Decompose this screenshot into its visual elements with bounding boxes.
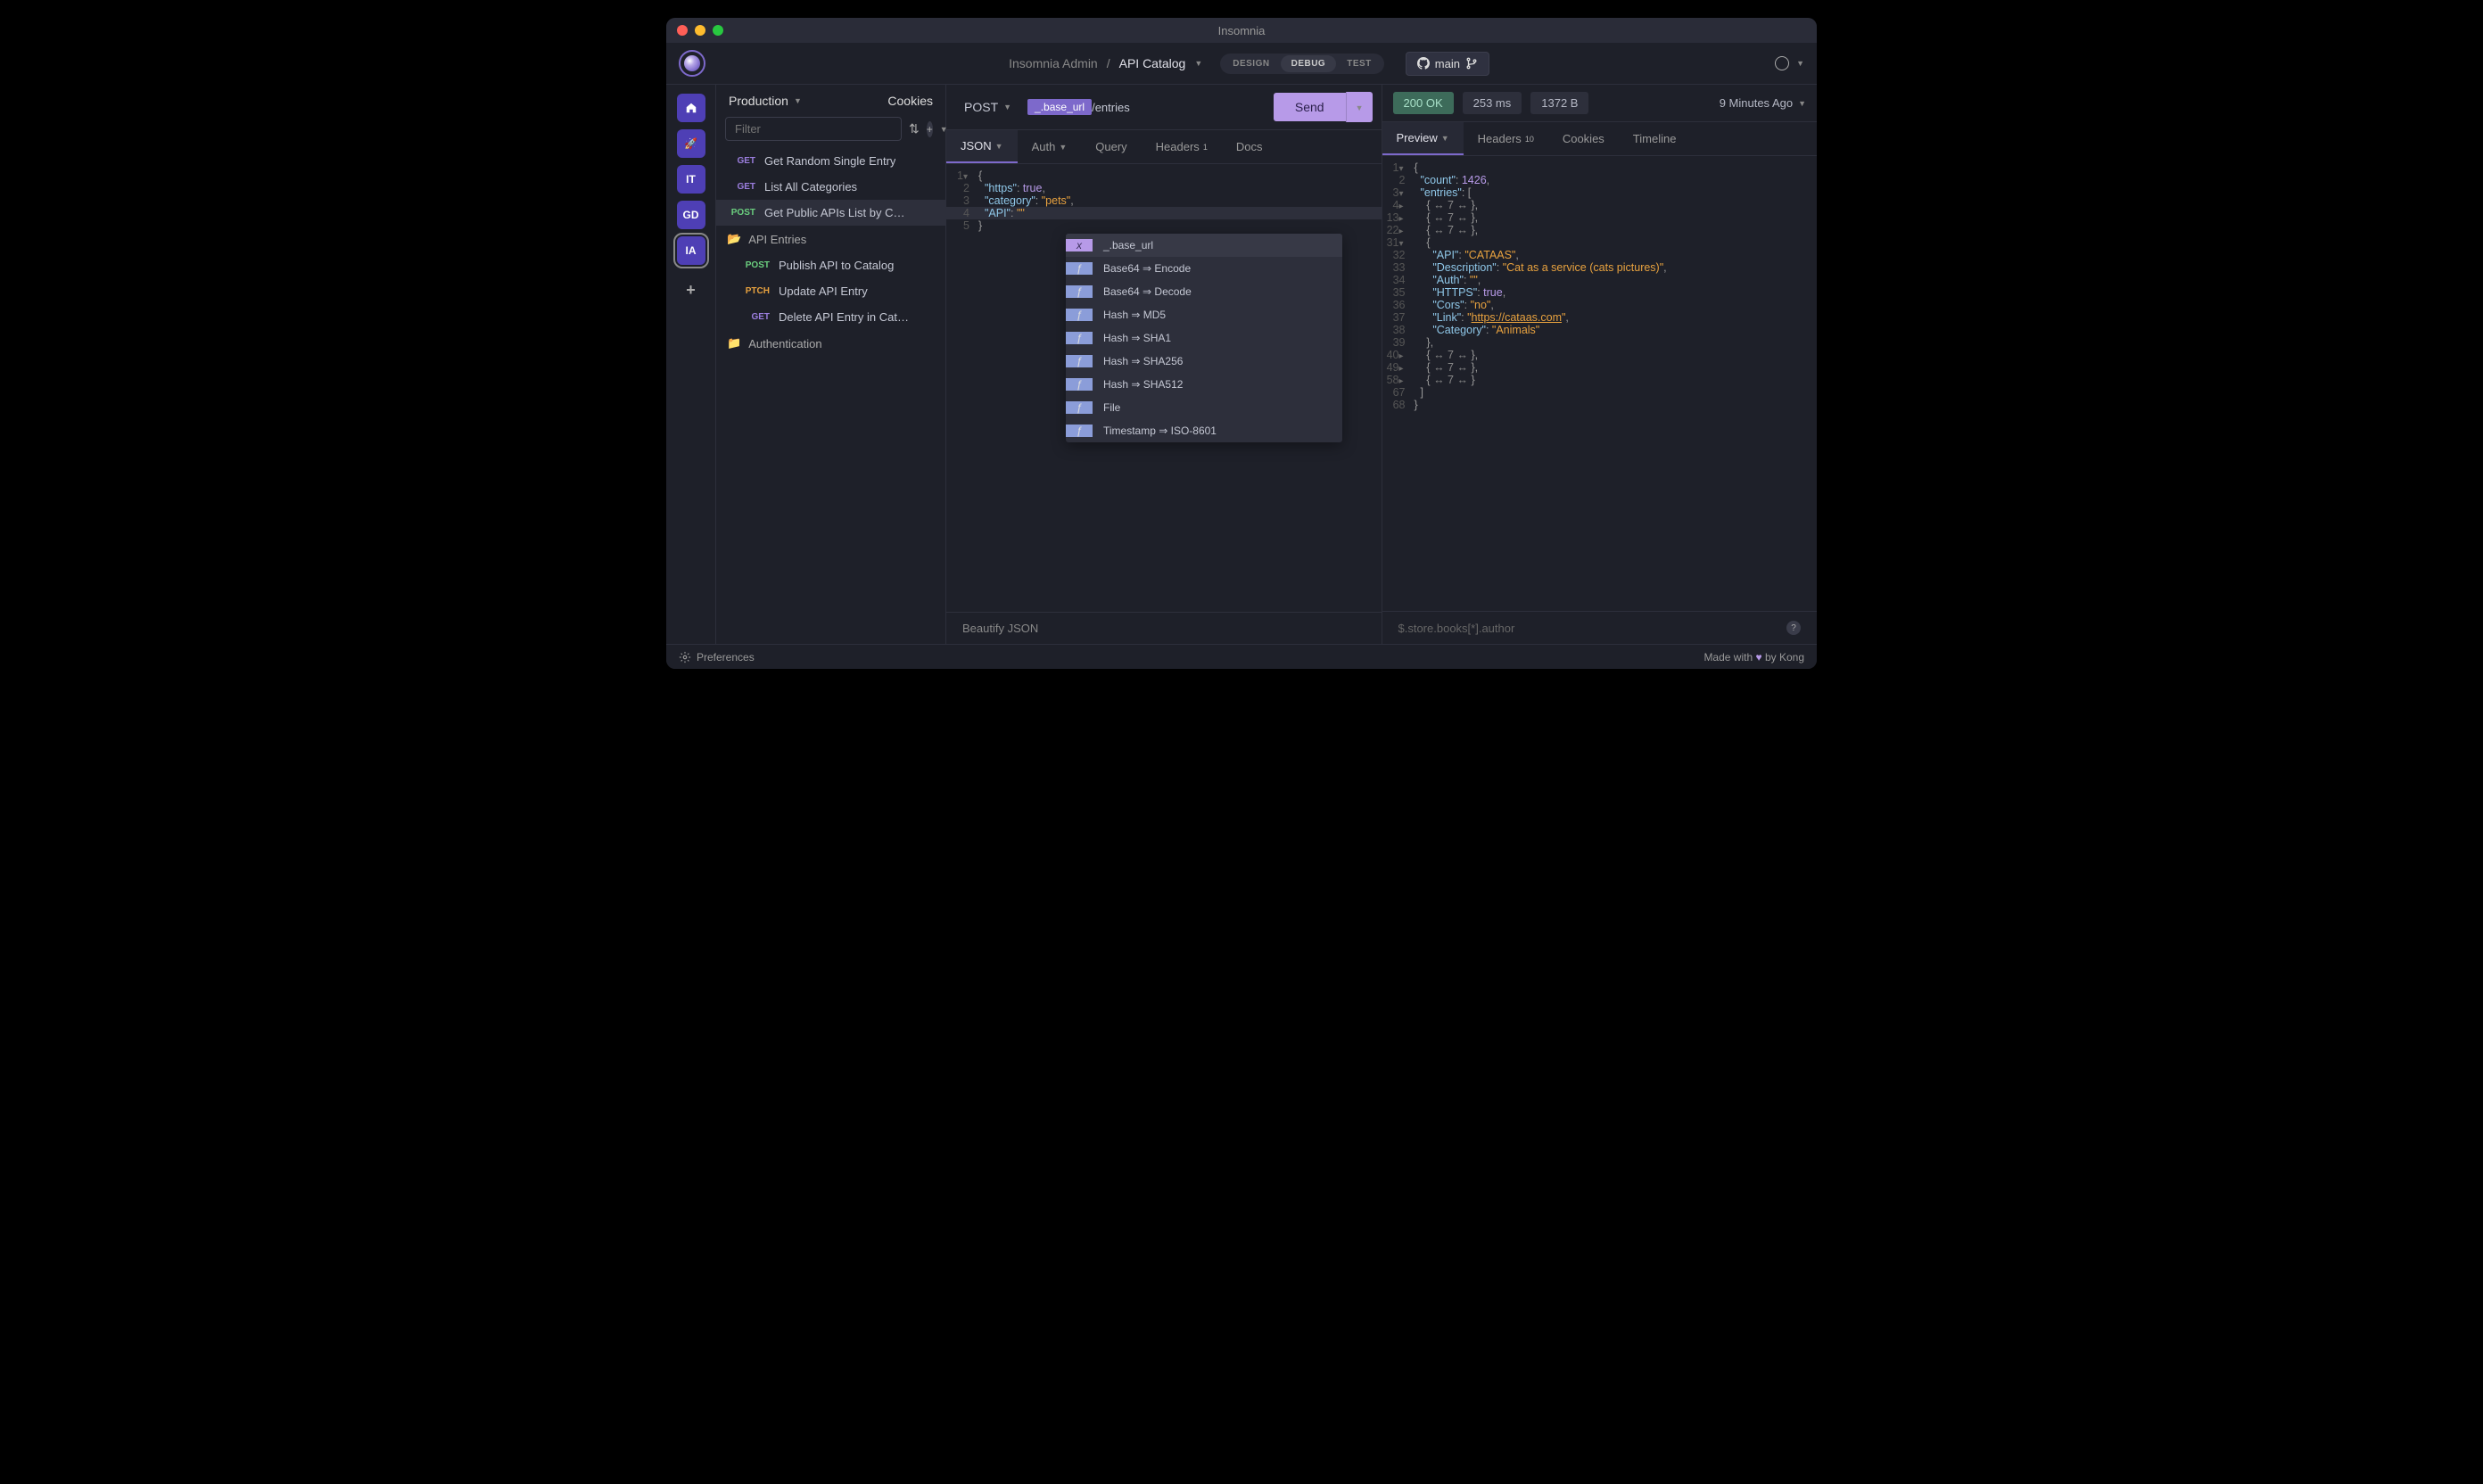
sort-icon[interactable]: ⇅ — [909, 121, 920, 136]
response-time-badge: 253 ms — [1463, 92, 1522, 114]
tab-auth[interactable]: Auth ▼ — [1018, 130, 1082, 163]
workspace-rail: 🚀 IT GD IA + — [666, 85, 716, 644]
chevron-down-icon: ▼ — [1059, 143, 1067, 152]
help-icon[interactable]: ? — [1786, 621, 1801, 635]
environment-selector[interactable]: Production ▼ — [729, 94, 802, 108]
close-window-button[interactable] — [677, 25, 688, 36]
request-tabs: JSON ▼ Auth ▼ Query Headers1 Docs — [946, 130, 1382, 164]
tab-json[interactable]: JSON ▼ — [946, 130, 1018, 163]
response-history-dropdown[interactable]: 9 Minutes Ago▼ — [1720, 96, 1806, 110]
autocomplete-item[interactable]: ƒBase64 ⇒ Decode — [1066, 280, 1342, 303]
tab-preview[interactable]: Preview ▼ — [1382, 122, 1464, 155]
mode-design[interactable]: DESIGN — [1222, 55, 1280, 72]
status-code-badge: 200 OK — [1393, 92, 1454, 114]
gear-icon — [679, 651, 691, 664]
rail-workspace-ia[interactable]: IA — [677, 236, 705, 265]
folder-icon: 📁 — [727, 336, 741, 350]
mode-switcher: DESIGN DEBUG TEST — [1220, 54, 1384, 74]
autocomplete-popup: x_.base_url ƒBase64 ⇒ Encode ƒBase64 ⇒ D… — [1066, 234, 1342, 442]
project-name[interactable]: API Catalog — [1119, 56, 1186, 70]
home-icon — [685, 102, 697, 114]
folder-authentication[interactable]: 📁Authentication — [716, 330, 945, 357]
response-size-badge: 1372 B — [1530, 92, 1588, 114]
breadcrumb: Insomnia Admin / API Catalog ▼ DESIGN DE… — [723, 52, 1775, 76]
branch-icon — [1465, 57, 1478, 70]
project-dropdown-icon[interactable]: ▼ — [1194, 59, 1202, 68]
heart-icon: ♥ — [1755, 651, 1761, 664]
rail-rocket[interactable]: 🚀 — [677, 129, 705, 158]
tab-response-cookies[interactable]: Cookies — [1548, 122, 1619, 155]
response-filter-input[interactable]: $.store.books[*].author ? — [1382, 611, 1818, 644]
rail-workspace-gd[interactable]: GD — [677, 201, 705, 229]
request-item[interactable]: GETList All Categories — [716, 174, 945, 200]
workspace-name[interactable]: Insomnia Admin — [1009, 56, 1098, 70]
statusbar: Preferences Made with ♥ by Kong — [666, 644, 1817, 669]
user-icon[interactable] — [1775, 56, 1789, 70]
minimize-window-button[interactable] — [695, 25, 705, 36]
mode-debug[interactable]: DEBUG — [1281, 55, 1337, 72]
mode-test[interactable]: TEST — [1336, 55, 1382, 72]
autocomplete-item[interactable]: ƒHash ⇒ SHA512 — [1066, 373, 1342, 396]
maximize-window-button[interactable] — [713, 25, 723, 36]
send-dropdown[interactable]: ▼ — [1346, 92, 1373, 122]
app-logo[interactable] — [679, 50, 705, 77]
request-pane: POST ▼ _.base_url /entries Send ▼ JSON ▼… — [946, 85, 1382, 644]
traffic-lights — [677, 25, 723, 36]
response-tabs: Preview ▼ Headers10 Cookies Timeline — [1382, 122, 1818, 156]
chevron-down-icon: ▼ — [794, 96, 802, 105]
beautify-json-button[interactable]: Beautify JSON — [946, 612, 1382, 644]
rail-workspace-it[interactable]: IT — [677, 165, 705, 194]
chevron-down-icon: ▼ — [1441, 134, 1449, 143]
tab-response-headers[interactable]: Headers10 — [1464, 122, 1548, 155]
autocomplete-item[interactable]: ƒBase64 ⇒ Encode — [1066, 257, 1342, 280]
app-window: Insomnia Insomnia Admin / API Catalog ▼ … — [666, 18, 1817, 669]
request-item[interactable]: POSTGet Public APIs List by C… — [716, 200, 945, 226]
request-item[interactable]: GETDelete API Entry in Cat… — [716, 304, 945, 330]
chevron-down-icon: ▼ — [1003, 103, 1011, 111]
autocomplete-item[interactable]: ƒHash ⇒ SHA1 — [1066, 326, 1342, 350]
autocomplete-item[interactable]: ƒTimestamp ⇒ ISO-8601 — [1066, 419, 1342, 442]
response-pane: 200 OK 253 ms 1372 B 9 Minutes Ago▼ Prev… — [1382, 85, 1818, 644]
request-item[interactable]: GETGet Random Single Entry — [716, 148, 945, 174]
topbar: Insomnia Admin / API Catalog ▼ DESIGN DE… — [666, 43, 1817, 85]
add-request-button[interactable]: + — [927, 121, 933, 137]
window-title: Insomnia — [1218, 24, 1266, 37]
rail-home[interactable] — [677, 94, 705, 122]
chevron-down-icon: ▼ — [1356, 103, 1364, 112]
branch-name: main — [1435, 57, 1460, 70]
request-item[interactable]: POSTPublish API to Catalog — [716, 252, 945, 278]
autocomplete-item[interactable]: x_.base_url — [1066, 234, 1342, 257]
request-list: GETGet Random Single Entry GETList All C… — [716, 148, 945, 644]
url-input[interactable]: _.base_url /entries — [1020, 94, 1274, 120]
git-branch-button[interactable]: main — [1406, 52, 1489, 76]
github-icon — [1417, 57, 1430, 70]
sidebar: Production ▼ Cookies ⇅ + ▼ GETGet Random… — [716, 85, 946, 644]
tab-query[interactable]: Query — [1081, 130, 1141, 163]
tab-docs[interactable]: Docs — [1222, 130, 1277, 163]
response-body-viewer[interactable]: 1▾{ 2 "count": 1426, 3▾ "entries": [ 4▸ … — [1382, 156, 1818, 611]
made-with-label: Made with ♥ by Kong — [1703, 651, 1804, 664]
method-selector[interactable]: POST ▼ — [955, 95, 1020, 120]
folder-open-icon: 📂 — [727, 232, 741, 246]
filter-input[interactable] — [725, 117, 902, 141]
folder-api-entries[interactable]: 📂API Entries — [716, 226, 945, 252]
tab-headers[interactable]: Headers1 — [1142, 130, 1222, 163]
rocket-icon: 🚀 — [684, 137, 697, 150]
chevron-down-icon: ▼ — [995, 142, 1003, 151]
chevron-down-icon: ▼ — [1798, 99, 1806, 108]
env-variable-tag[interactable]: _.base_url — [1027, 99, 1092, 115]
tab-timeline[interactable]: Timeline — [1619, 122, 1691, 155]
titlebar: Insomnia — [666, 18, 1817, 43]
request-body-editor[interactable]: 1▾{ 2 "https": true, 3 "category": "pets… — [946, 164, 1382, 612]
autocomplete-item[interactable]: ƒFile — [1066, 396, 1342, 419]
cookies-button[interactable]: Cookies — [887, 94, 933, 108]
request-item[interactable]: PTCHUpdate API Entry — [716, 278, 945, 304]
preferences-button[interactable]: Preferences — [679, 651, 755, 664]
send-button[interactable]: Send — [1274, 93, 1346, 121]
autocomplete-item[interactable]: ƒHash ⇒ MD5 — [1066, 303, 1342, 326]
autocomplete-item[interactable]: ƒHash ⇒ SHA256 — [1066, 350, 1342, 373]
rail-add-workspace[interactable]: + — [677, 276, 705, 304]
user-dropdown-icon[interactable]: ▼ — [1796, 59, 1804, 68]
